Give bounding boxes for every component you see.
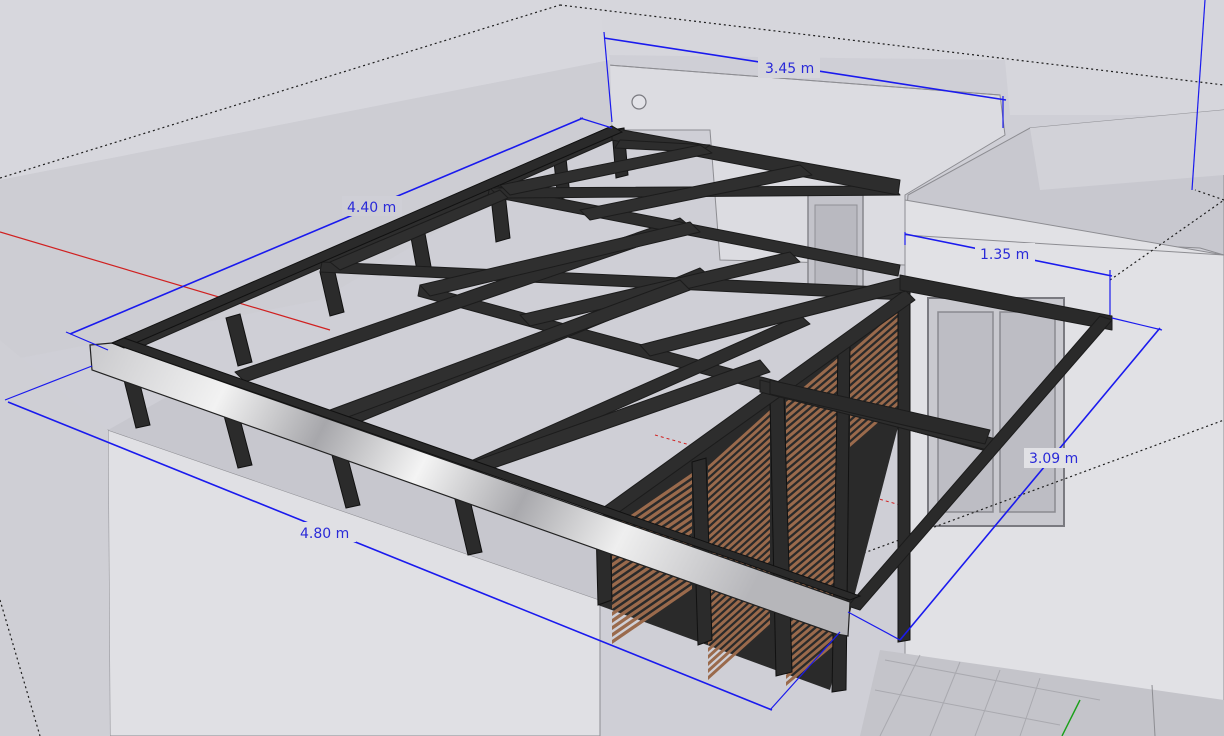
dim-label-front-length: 4.80 m — [300, 526, 349, 542]
dim-label-pergola-depth: 4.40 m — [347, 200, 396, 216]
dim-label-right-offset: 1.35 m — [980, 247, 1029, 263]
dim-label-top-width: 3.45 m — [765, 61, 814, 77]
wood-slat-screen — [598, 300, 905, 690]
dim-label-right-depth: 3.09 m — [1029, 451, 1078, 467]
model-scene[interactable]: 3.45 m 4.40 m 1.35 m 3.09 m 4.80 m — [0, 0, 1224, 736]
sketchup-viewport[interactable]: 3.45 m 4.40 m 1.35 m 3.09 m 4.80 m — [0, 0, 1224, 736]
